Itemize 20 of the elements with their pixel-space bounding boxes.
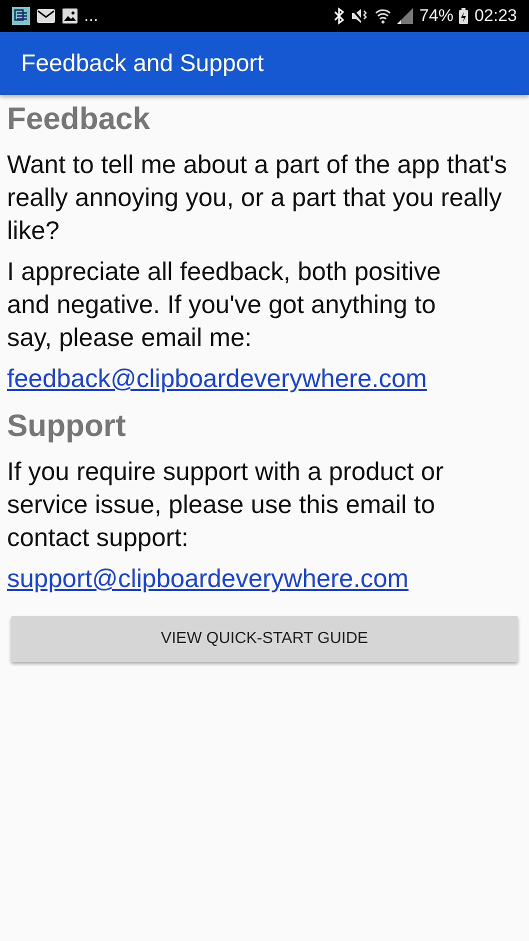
email-link[interactable]: support@clipboardeverywhere.com	[7, 563, 522, 596]
image-icon	[62, 8, 78, 24]
paragraph: If you require support with a product or service issue, please use this email to contact support:	[7, 457, 445, 554]
mail-icon	[36, 8, 56, 24]
signal-icon	[397, 8, 414, 24]
quick-start-guide-button[interactable]: VIEW QUICK-START GUIDE	[11, 616, 518, 662]
more-notifications-text: ...	[84, 6, 98, 26]
wifi-icon	[375, 8, 392, 24]
email-link[interactable]: feedback@clipboardeverywhere.com	[7, 363, 522, 396]
bluetooth-icon	[333, 7, 346, 25]
paragraph: I appreciate all feedback, both positive and negative. If you've got anything to say, please email me:	[7, 257, 442, 354]
clock-time: 02:23	[474, 6, 517, 26]
notes-icon	[12, 7, 30, 25]
mute-icon	[351, 8, 370, 24]
section-heading: Support	[7, 408, 127, 444]
battery-percent: 74%	[419, 6, 454, 26]
battery-icon	[459, 8, 468, 24]
app-bar-title: Feedback and Support	[21, 50, 264, 78]
section-heading: Feedback	[7, 101, 152, 137]
paragraph: Want to tell me about a part of the app that's really annoying you, or a part that you really like?	[7, 150, 508, 247]
